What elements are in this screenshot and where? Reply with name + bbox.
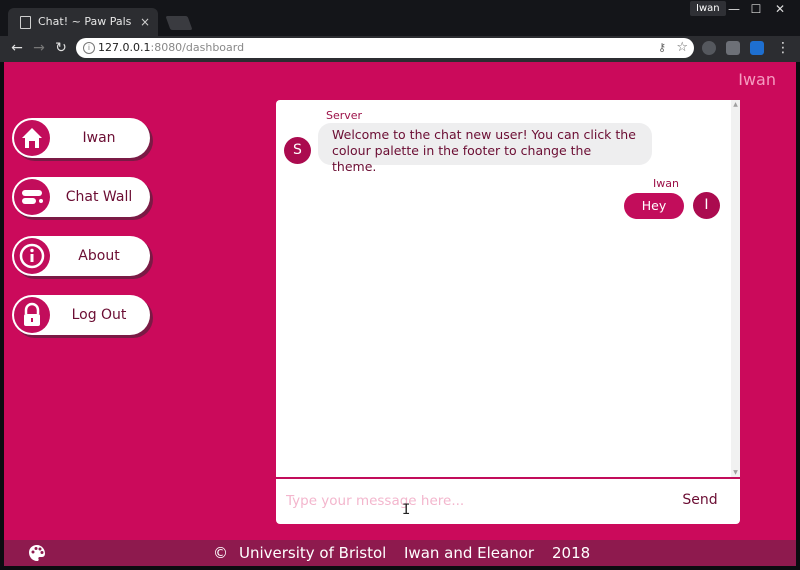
extension-screen-icon[interactable] — [726, 41, 740, 55]
footer-year: 2018 — [552, 544, 591, 562]
info-circle-icon — [14, 238, 50, 274]
message-sender: Iwan — [653, 177, 679, 190]
chat-panel: Server S Welcome to the chat new user! Y… — [276, 100, 740, 524]
browser-tab[interactable]: Chat! ~ Paw Pals × — [8, 8, 158, 36]
dashboard-page: Iwan Iwan Chat Wall About Log Out Server… — [4, 62, 796, 566]
close-window-button[interactable]: ✕ — [768, 0, 792, 20]
reload-icon[interactable]: ↻ — [52, 39, 70, 57]
profile-name[interactable]: Iwan — [690, 1, 726, 16]
browser-titlebar: Chat! ~ Paw Pals × Iwan — ☐ ✕ — [0, 0, 800, 36]
forward-icon[interactable]: → — [30, 39, 48, 57]
footer-authors: Iwan and Eleanor — [404, 544, 535, 562]
maximize-button[interactable]: ☐ — [744, 0, 768, 20]
footer-university: University of Bristol — [239, 544, 387, 562]
url-text: 127.0.0.1:8080/dashboard — [98, 41, 245, 54]
back-icon[interactable]: ← — [8, 39, 26, 57]
browser-toolbar: ← → ↻ i 127.0.0.1:8080/dashboard ⚷ ☆ ⋮ — [0, 36, 800, 62]
chat-messages[interactable]: Server S Welcome to the chat new user! Y… — [276, 100, 740, 477]
palette-icon[interactable] — [28, 544, 46, 570]
sidebar-item-chat-wall[interactable]: Chat Wall — [12, 177, 150, 217]
minimize-button[interactable]: — — [722, 0, 746, 20]
scroll-up-arrow-icon[interactable]: ▲ — [732, 101, 739, 108]
page-icon — [20, 16, 31, 29]
message-bubble: Welcome to the chat new user! You can cl… — [318, 123, 652, 174]
bookmark-star-icon[interactable]: ☆ — [676, 38, 688, 58]
menu-dots-icon[interactable]: ⋮ — [774, 39, 792, 57]
home-icon — [14, 120, 50, 156]
key-icon[interactable]: ⚷ — [658, 38, 666, 58]
sidebar-item-about[interactable]: About — [12, 236, 150, 276]
input-divider — [276, 477, 740, 479]
message-input[interactable] — [284, 484, 648, 518]
message-text-line: Welcome to the chat new user! You can cl… — [332, 127, 636, 142]
sidebar-item-profile[interactable]: Iwan — [12, 118, 150, 158]
tab-title: Chat! ~ Paw Pals — [38, 15, 132, 28]
address-bar[interactable]: i 127.0.0.1:8080/dashboard ⚷ ☆ — [76, 38, 694, 58]
tab-close-button[interactable]: × — [140, 8, 150, 36]
sidebar-item-logout[interactable]: Log Out — [12, 295, 150, 335]
sidebar-item-label: Chat Wall — [65, 189, 133, 205]
sidebar-item-label: Log Out — [71, 307, 127, 323]
message-text-line: colour palette in the footer to change t… — [332, 143, 592, 174]
chat-scrollbar[interactable]: ▲ ▼ — [731, 100, 740, 477]
text-cursor-icon: I — [402, 502, 411, 518]
footer: © University of Bristol Iwan and Eleanor… — [4, 540, 796, 566]
extension-shield-icon[interactable] — [702, 41, 716, 55]
message-bubble: Hey — [624, 193, 684, 219]
info-icon[interactable]: i — [83, 42, 95, 54]
new-tab-button[interactable] — [165, 16, 193, 30]
lock-icon — [14, 297, 50, 333]
header-username: Iwan — [738, 70, 776, 89]
send-button[interactable]: Send — [676, 486, 724, 514]
avatar: S — [284, 137, 311, 164]
chat-icon — [14, 179, 50, 215]
avatar: I — [693, 192, 720, 219]
message-sender: Server — [326, 109, 363, 122]
sidebar-item-label: About — [78, 248, 120, 264]
copyright-symbol: © — [213, 544, 228, 562]
sidebar-item-label: Iwan — [82, 130, 116, 146]
cast-icon[interactable] — [750, 41, 764, 55]
scroll-down-arrow-icon[interactable]: ▼ — [732, 469, 739, 476]
